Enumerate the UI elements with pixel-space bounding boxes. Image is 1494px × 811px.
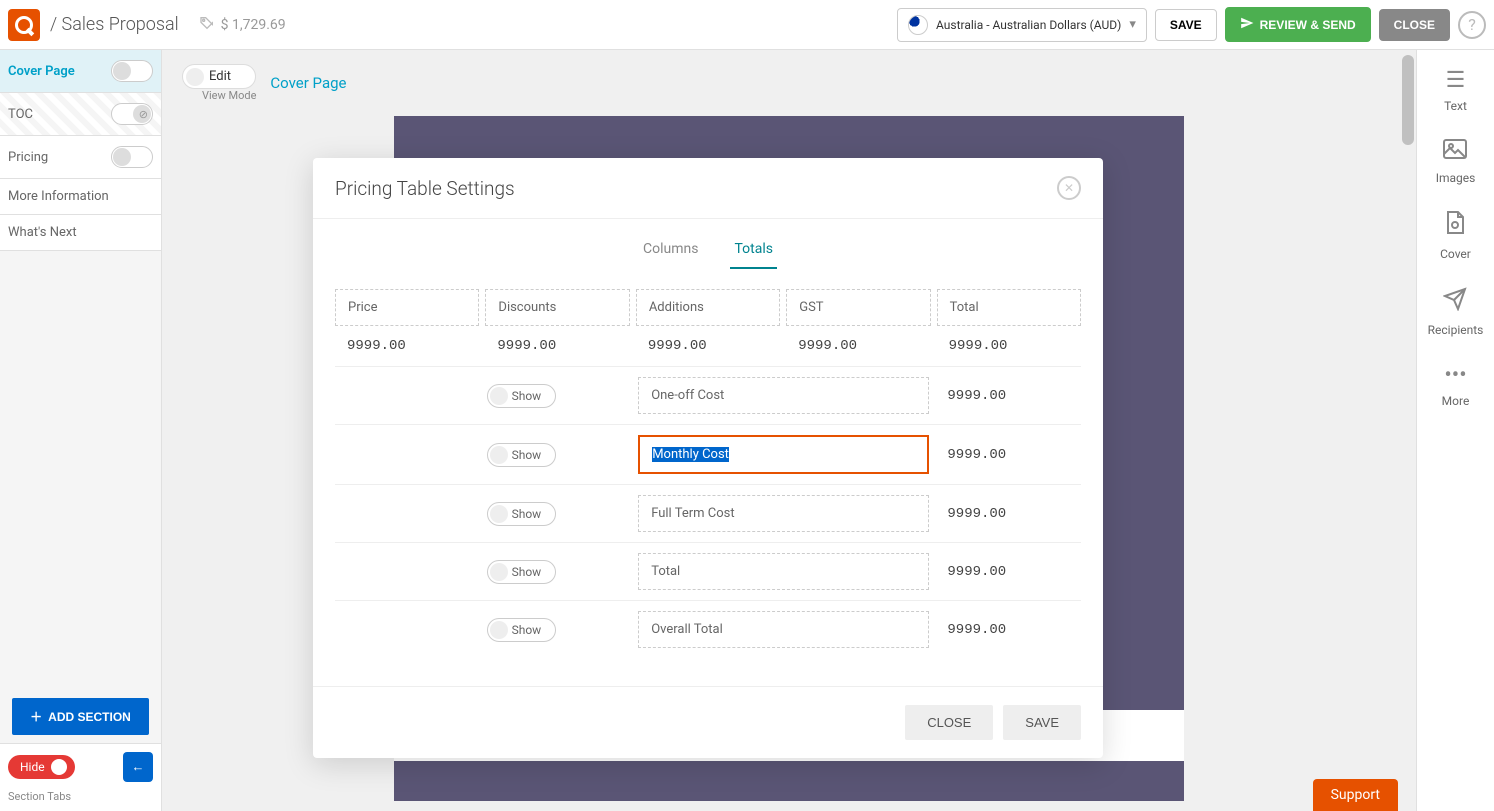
modal-close-button[interactable]: CLOSE: [905, 705, 993, 740]
arrow-left-icon: ←: [132, 759, 145, 775]
scrollbar-vertical[interactable]: [1400, 50, 1416, 811]
tool-images[interactable]: Images: [1436, 139, 1476, 185]
column-headers: Price Discounts Additions GST Total: [335, 289, 1081, 326]
tab-totals[interactable]: Totals: [730, 235, 777, 269]
image-icon: [1443, 139, 1467, 165]
review-label: REVIEW & SEND: [1260, 18, 1356, 32]
col-discounts[interactable]: Discounts: [485, 289, 629, 326]
more-icon: •••: [1444, 363, 1466, 388]
top-header: / Sales Proposal $ 1,729.69 Australia - …: [0, 0, 1494, 50]
sidebar-item-toc[interactable]: TOC ⊘: [0, 93, 161, 136]
plus-icon: ＋: [30, 708, 42, 725]
eye-off-icon: ⊘: [139, 108, 148, 121]
col-additions[interactable]: Additions: [636, 289, 780, 326]
total-row-fullterm: Show 9999.00: [335, 484, 1081, 542]
row-amount: 9999.00: [935, 506, 1081, 522]
tool-cover[interactable]: Cover: [1440, 211, 1471, 261]
row-label-input[interactable]: [638, 495, 929, 532]
view-mode-label: View Mode: [182, 89, 256, 102]
currency-label: Australia - Australian Dollars (AUD): [936, 18, 1121, 32]
total-row-overall: Show 9999.00: [335, 600, 1081, 658]
send-icon: [1240, 16, 1254, 33]
chevron-down-icon: ▾: [1129, 17, 1136, 32]
row-amount: 9999.00: [935, 388, 1081, 404]
tab-columns[interactable]: Columns: [639, 235, 702, 269]
col-total[interactable]: Total: [937, 289, 1081, 326]
price-tag: $ 1,729.69: [199, 15, 286, 35]
help-icon[interactable]: ?: [1458, 11, 1486, 39]
modal-title: Pricing Table Settings: [335, 177, 515, 200]
sidebar-item-label: TOC: [8, 107, 33, 122]
close-button[interactable]: CLOSE: [1379, 9, 1450, 41]
flag-icon: [908, 15, 928, 35]
total-row-total: Show 9999.00: [335, 542, 1081, 600]
sections-sidebar: Cover Page TOC ⊘ Pricing More Informatio…: [0, 50, 162, 811]
show-toggle[interactable]: Show: [487, 502, 557, 526]
hide-toggle[interactable]: Hide: [8, 755, 75, 779]
tool-more[interactable]: ••• More: [1442, 363, 1470, 408]
save-button[interactable]: SAVE: [1155, 9, 1217, 41]
sidebar-item-label: What's Next: [8, 225, 77, 240]
visibility-toggle[interactable]: [111, 60, 153, 82]
col-price[interactable]: Price: [335, 289, 479, 326]
tool-text[interactable]: ☰ Text: [1444, 68, 1467, 113]
currency-selector[interactable]: Australia - Australian Dollars (AUD) ▾: [897, 8, 1147, 42]
sidebar-item-cover-page[interactable]: Cover Page: [0, 50, 161, 93]
breadcrumb: Cover Page: [270, 74, 346, 92]
document-title: / Sales Proposal: [50, 14, 179, 35]
column-values: 9999.00 9999.00 9999.00 9999.00 9999.00: [335, 332, 1081, 366]
price-value: $ 1,729.69: [221, 17, 286, 33]
sidebar-item-label: More Information: [8, 189, 109, 204]
col-gst[interactable]: GST: [786, 289, 930, 326]
add-section-label: ADD SECTION: [48, 710, 131, 724]
row-amount: 9999.00: [935, 622, 1081, 638]
show-toggle[interactable]: Show: [487, 443, 557, 467]
row-amount: 9999.00: [935, 564, 1081, 580]
row-label-input[interactable]: [638, 611, 929, 648]
add-section-button[interactable]: ＋ ADD SECTION: [12, 698, 149, 735]
show-toggle[interactable]: Show: [487, 560, 557, 584]
sidebar-item-label: Cover Page: [8, 64, 75, 79]
visibility-toggle[interactable]: ⊘: [111, 103, 153, 125]
row-label-input[interactable]: [638, 377, 929, 414]
show-toggle[interactable]: Show: [487, 618, 557, 642]
text-icon: ☰: [1446, 68, 1466, 93]
review-send-button[interactable]: REVIEW & SEND: [1225, 7, 1371, 42]
edit-mode-toggle[interactable]: Edit: [182, 64, 256, 89]
modal-save-button[interactable]: SAVE: [1003, 705, 1081, 740]
sidebar-item-more-information[interactable]: More Information: [0, 179, 161, 215]
section-tabs-label: Section Tabs: [0, 790, 161, 811]
hide-label: Hide: [20, 760, 45, 774]
total-row-oneoff: Show 9999.00: [335, 366, 1081, 424]
show-toggle[interactable]: Show: [487, 384, 557, 408]
modal-tabs: Columns Totals: [313, 219, 1103, 269]
sidebar-item-label: Pricing: [8, 150, 48, 165]
support-button[interactable]: Support: [1313, 779, 1398, 811]
sidebar-item-pricing[interactable]: Pricing: [0, 136, 161, 179]
tag-icon: [199, 15, 215, 35]
tools-sidebar: ☰ Text Images Cover Recipients ••• More: [1416, 50, 1494, 811]
collapse-sidebar-button[interactable]: ←: [123, 752, 153, 782]
pricing-table-settings-modal: Pricing Table Settings ✕ Columns Totals …: [313, 158, 1103, 758]
row-label-input[interactable]: [638, 435, 929, 474]
app-logo[interactable]: [8, 9, 40, 41]
modal-close-icon[interactable]: ✕: [1057, 176, 1081, 200]
tool-recipients[interactable]: Recipients: [1428, 287, 1484, 337]
send-icon: [1443, 287, 1467, 317]
visibility-toggle[interactable]: [111, 146, 153, 168]
row-label-input[interactable]: [638, 553, 929, 590]
row-amount: 9999.00: [935, 447, 1081, 463]
sidebar-item-whats-next[interactable]: What's Next: [0, 215, 161, 251]
cover-icon: [1444, 211, 1466, 241]
total-row-monthly: Show 9999.00: [335, 424, 1081, 484]
